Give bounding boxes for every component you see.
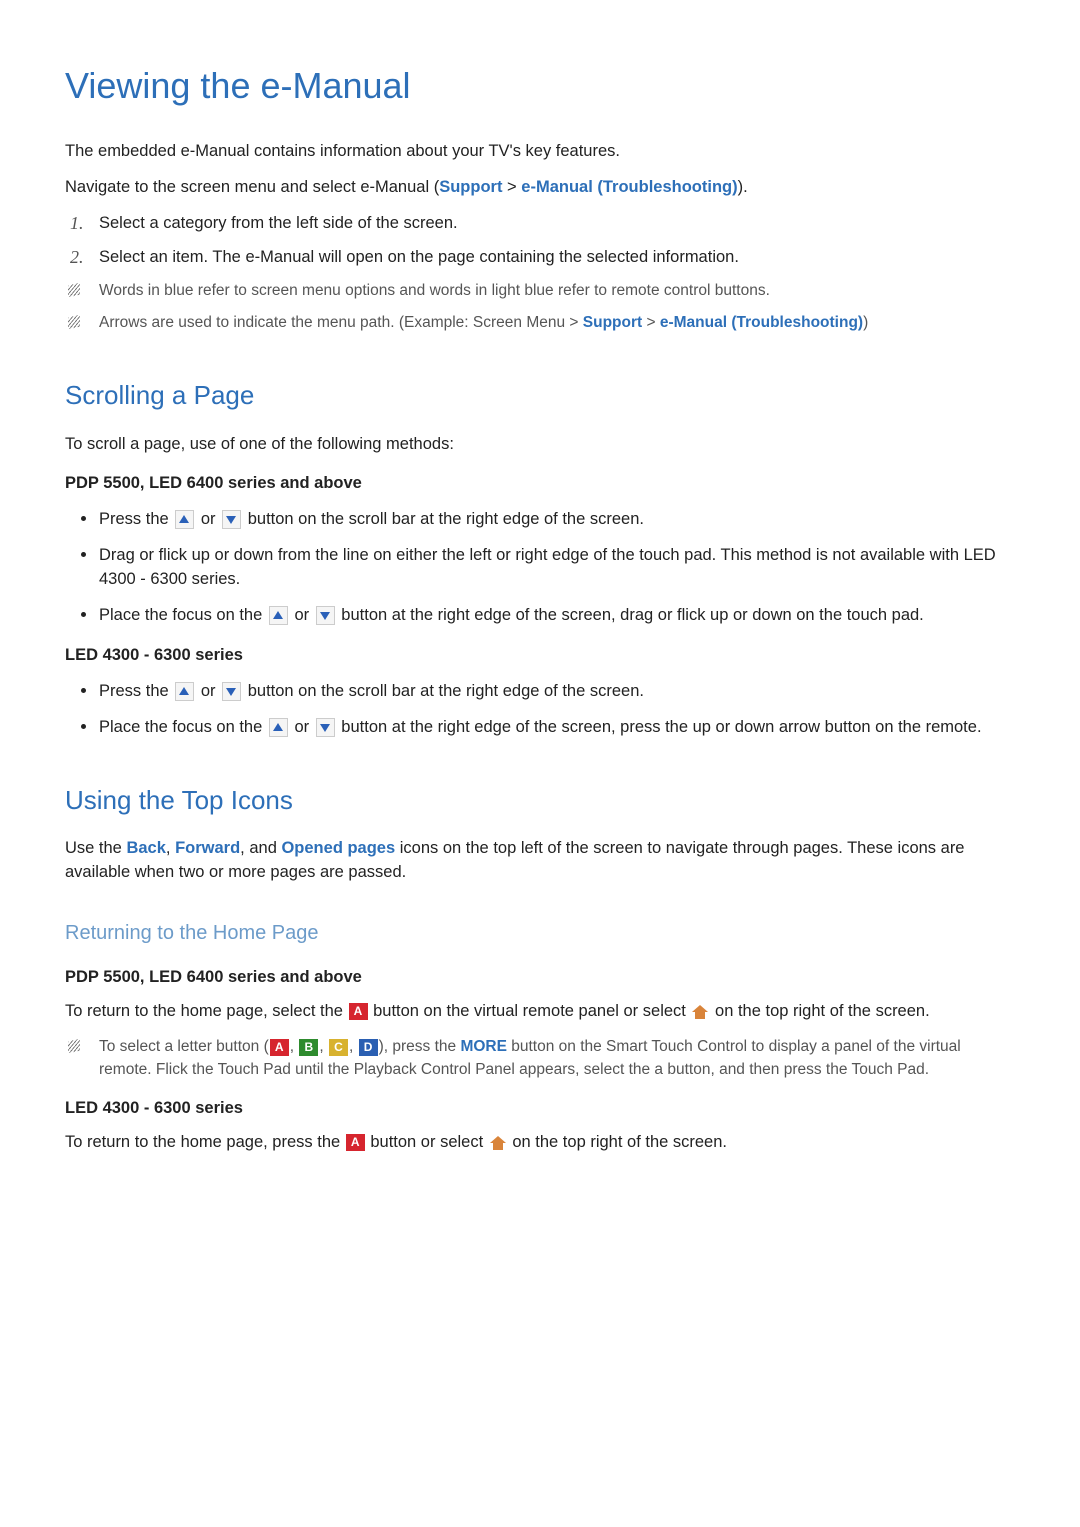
note-item: To select a letter button (A, B, C, D), … <box>65 1036 1015 1081</box>
series-heading: LED 4300 - 6300 series <box>65 644 1015 668</box>
text: button at the right edge of the screen, … <box>337 718 982 736</box>
text: To return to the home page, select the <box>65 1002 348 1020</box>
a-button-icon: A <box>270 1039 289 1056</box>
note-item: Arrows are used to indicate the menu pat… <box>65 312 1015 334</box>
home-paragraph-1: To return to the home page, select the A… <box>65 1000 1015 1024</box>
text: or <box>196 510 220 528</box>
text: Place the focus on the <box>99 718 267 736</box>
list-item: Place the focus on the or button at the … <box>65 716 1015 740</box>
text: , <box>349 1038 358 1055</box>
text: ), press the <box>379 1038 461 1055</box>
text: or <box>290 718 314 736</box>
home-icon <box>692 1005 708 1019</box>
down-arrow-icon <box>222 682 241 701</box>
text: Press the <box>99 682 173 700</box>
text: or <box>196 682 220 700</box>
bullet-list: Press the or button on the scroll bar at… <box>65 508 1015 628</box>
series-heading: PDP 5500, LED 6400 series and above <box>65 966 1015 990</box>
support-link[interactable]: Support <box>439 178 502 196</box>
top-icons-paragraph: Use the Back, Forward, and Opened pages … <box>65 837 1015 885</box>
intro-paragraph-2: Navigate to the screen menu and select e… <box>65 176 1015 200</box>
step-number: 2. <box>70 244 84 270</box>
notes-list: Words in blue refer to screen menu optio… <box>65 280 1015 335</box>
text: , <box>166 839 175 857</box>
text: Use the <box>65 839 126 857</box>
list-item: 1. Select a category from the left side … <box>65 212 1015 236</box>
section-heading-top-icons: Using the Top Icons <box>65 782 1015 820</box>
text: on the top right of the screen. <box>710 1002 929 1020</box>
text: Navigate to the screen menu and select e… <box>65 178 439 196</box>
text: Press the <box>99 510 173 528</box>
text: To return to the home page, press the <box>65 1133 345 1151</box>
text: or <box>290 606 314 624</box>
list-item: Drag or flick up or down from the line o… <box>65 544 1015 592</box>
bullet-list: Press the or button on the scroll bar at… <box>65 680 1015 740</box>
up-arrow-icon <box>175 682 194 701</box>
forward-link[interactable]: Forward <box>175 839 240 857</box>
up-arrow-icon <box>175 510 194 529</box>
up-arrow-icon <box>269 606 288 625</box>
subsection-heading-home: Returning to the Home Page <box>65 919 1015 948</box>
up-arrow-icon <box>269 718 288 737</box>
step-text: Select an item. The e-Manual will open o… <box>99 248 739 266</box>
text: ). <box>738 178 748 196</box>
text: button at the right edge of the screen, … <box>337 606 924 624</box>
down-arrow-icon <box>316 606 335 625</box>
list-item: 2. Select an item. The e-Manual will ope… <box>65 246 1015 270</box>
d-button-icon: D <box>359 1039 378 1056</box>
series-heading: LED 4300 - 6300 series <box>65 1097 1015 1121</box>
emanual-link[interactable]: e-Manual (Troubleshooting) <box>660 314 863 331</box>
list-item: Place the focus on the or button at the … <box>65 604 1015 628</box>
text: button on the virtual remote panel or se… <box>369 1002 691 1020</box>
c-button-icon: C <box>329 1039 348 1056</box>
notes-list: To select a letter button (A, B, C, D), … <box>65 1036 1015 1081</box>
back-link[interactable]: Back <box>126 839 165 857</box>
home-paragraph-2: To return to the home page, press the A … <box>65 1131 1015 1155</box>
text: button on the scroll bar at the right ed… <box>243 510 644 528</box>
text: on the top right of the screen. <box>508 1133 727 1151</box>
step-number: 1. <box>70 210 84 236</box>
text: Arrows are used to indicate the menu pat… <box>99 314 583 331</box>
more-button-link[interactable]: MORE <box>460 1038 507 1055</box>
opened-pages-link[interactable]: Opened pages <box>281 839 395 857</box>
scroll-intro: To scroll a page, use of one of the foll… <box>65 433 1015 457</box>
home-icon <box>490 1136 506 1150</box>
section-heading-scrolling: Scrolling a Page <box>65 377 1015 415</box>
intro-paragraph-1: The embedded e-Manual contains informati… <box>65 140 1015 164</box>
list-item: Press the or button on the scroll bar at… <box>65 680 1015 704</box>
text: > <box>502 178 521 196</box>
steps-list: 1. Select a category from the left side … <box>65 212 1015 270</box>
text: button on the scroll bar at the right ed… <box>243 682 644 700</box>
b-button-icon: B <box>299 1039 318 1056</box>
text: , and <box>240 839 281 857</box>
text: , <box>290 1038 299 1055</box>
step-text: Select a category from the left side of … <box>99 214 458 232</box>
a-button-icon: A <box>349 1003 368 1020</box>
support-link[interactable]: Support <box>583 314 642 331</box>
text: Place the focus on the <box>99 606 267 624</box>
down-arrow-icon <box>222 510 241 529</box>
text: > <box>642 314 660 331</box>
emanual-link[interactable]: e-Manual (Troubleshooting) <box>521 178 737 196</box>
page-title: Viewing the e-Manual <box>65 60 1015 112</box>
text: ) <box>863 314 868 331</box>
text: To select a letter button ( <box>99 1038 269 1055</box>
series-heading: PDP 5500, LED 6400 series and above <box>65 472 1015 496</box>
note-item: Words in blue refer to screen menu optio… <box>65 280 1015 302</box>
down-arrow-icon <box>316 718 335 737</box>
text: , <box>319 1038 328 1055</box>
a-button-icon: A <box>346 1134 365 1151</box>
list-item: Press the or button on the scroll bar at… <box>65 508 1015 532</box>
text: button or select <box>366 1133 488 1151</box>
